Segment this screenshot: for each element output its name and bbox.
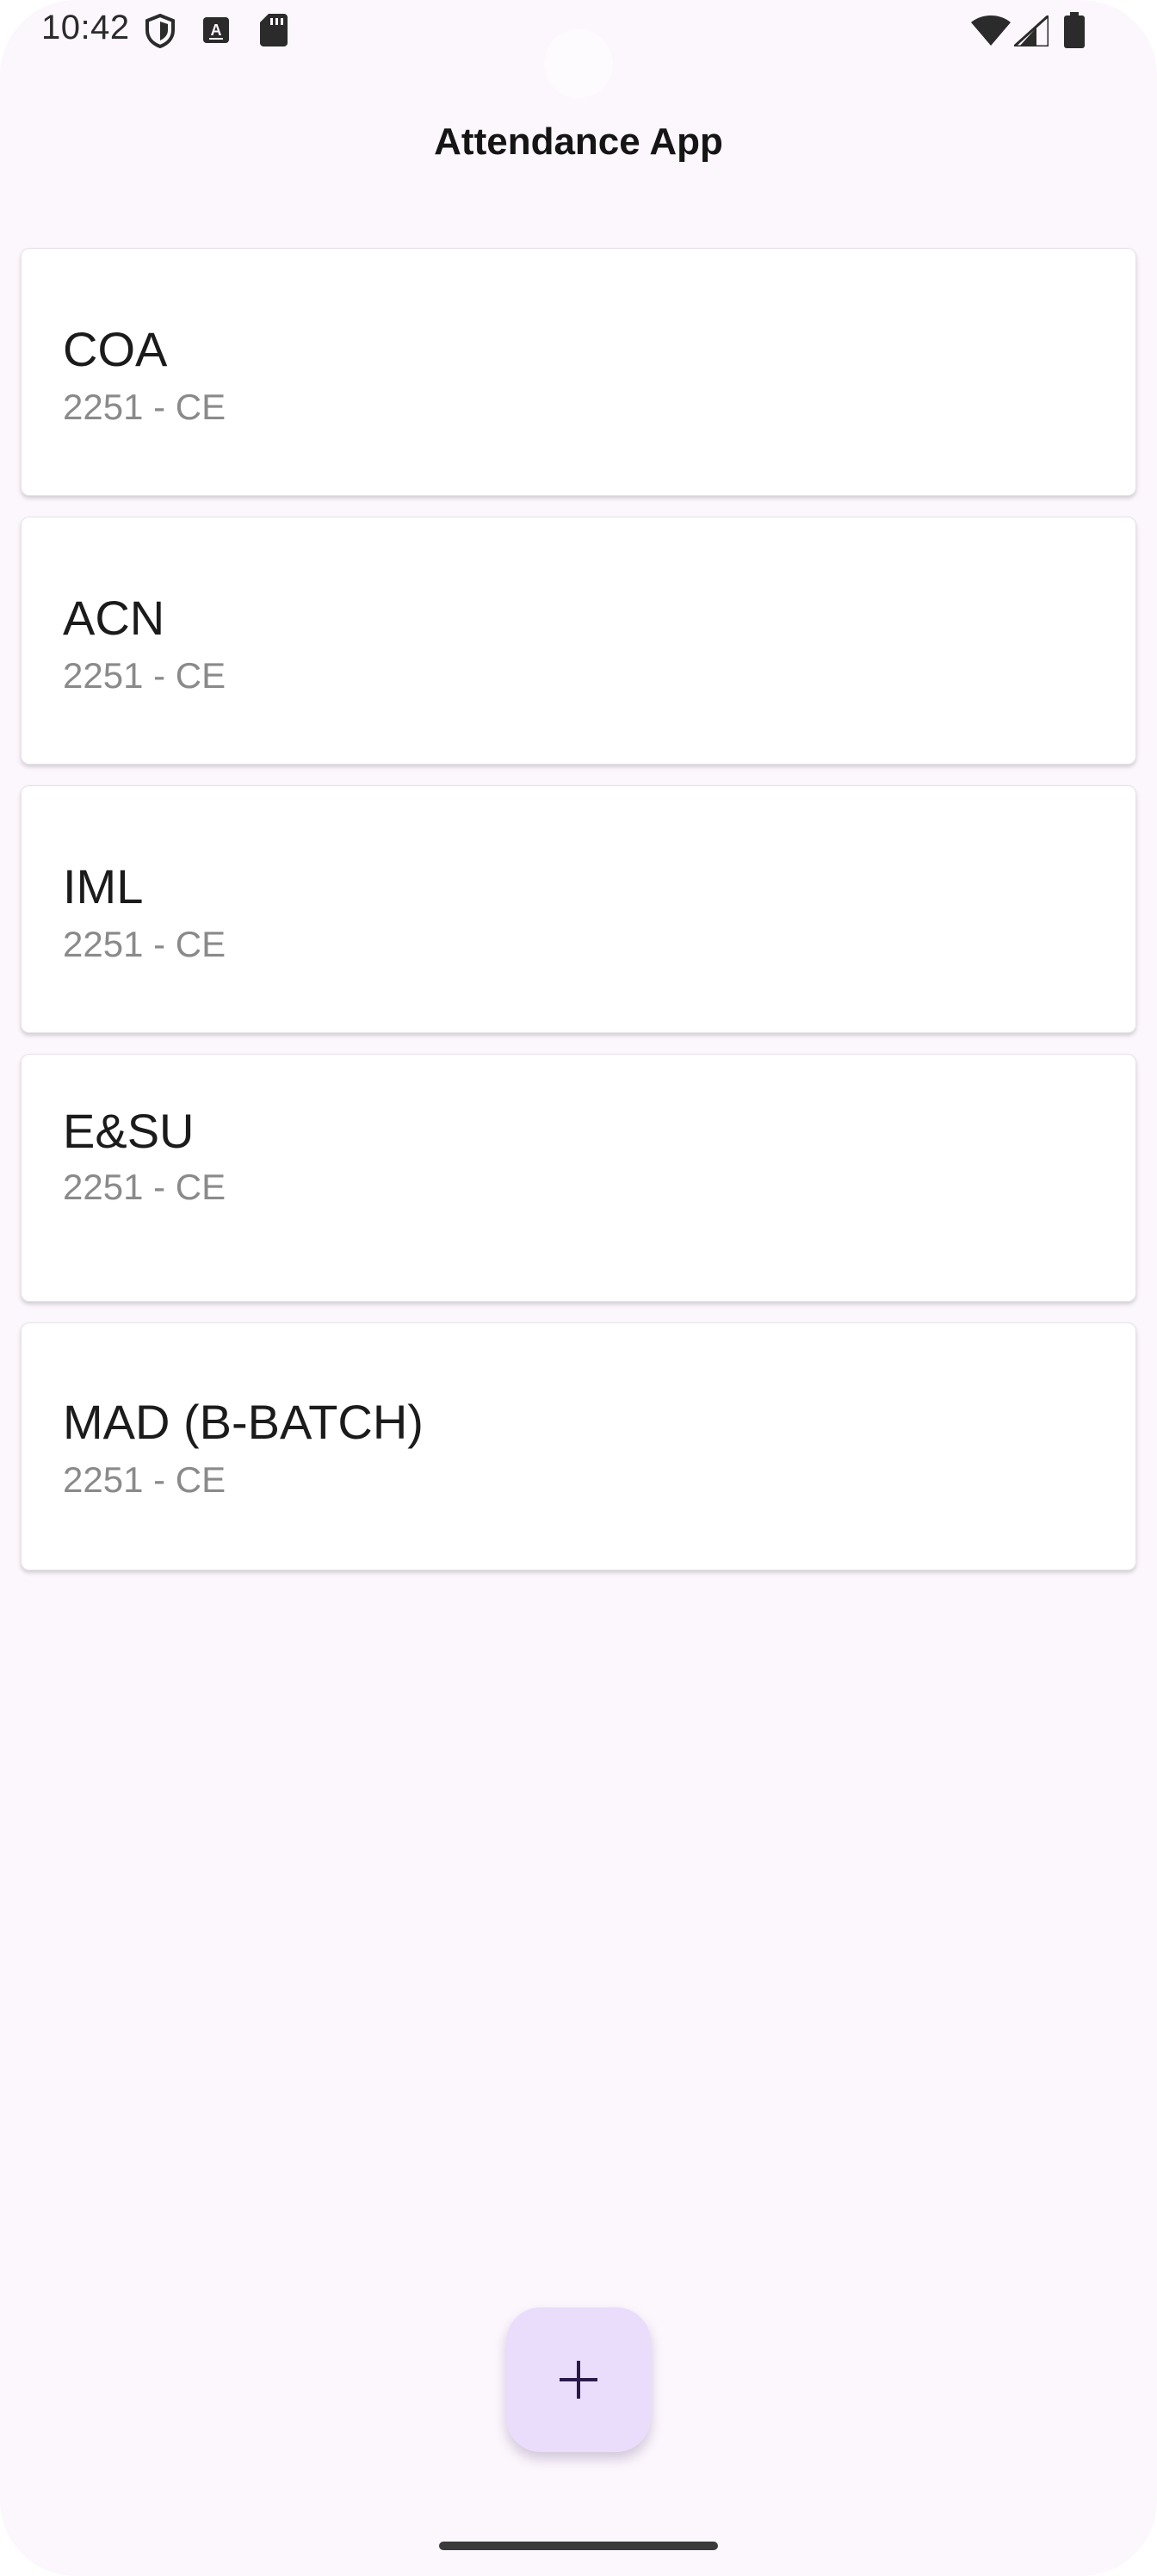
course-name: ACN [63,591,165,645]
shield-icon [145,13,176,53]
sd-card-icon [260,14,288,51]
course-name: E&SU [63,1104,195,1158]
course-code: 2251 - CE [63,387,226,427]
svg-text:A: A [211,22,222,39]
camera-cutout [544,29,613,98]
course-code: 2251 - CE [63,924,226,964]
status-time: 10:42 [41,9,130,46]
course-card[interactable]: E&SU 2251 - CE [21,1054,1136,1302]
page-title: Attendance App [434,121,723,163]
course-card[interactable]: ACN 2251 - CE [21,517,1136,765]
course-card[interactable]: MAD (B-BATCH) 2251 - CE [21,1322,1136,1570]
course-list: COA 2251 - CE ACN 2251 - CE IML 2251 - C… [21,248,1136,1591]
course-code: 2251 - CE [63,655,226,696]
course-card[interactable]: COA 2251 - CE [21,248,1136,496]
course-name: COA [63,322,168,376]
app-screen: 10:42 A Attendance App COA 2251 - CE ACN… [0,0,1157,2576]
wifi-icon [971,15,1011,51]
course-code: 2251 - CE [63,1459,226,1500]
course-name: IML [63,859,144,913]
gesture-navigation-bar[interactable] [439,2542,718,2550]
course-code: 2251 - CE [63,1167,226,1207]
plus-icon [560,2361,597,2399]
battery-icon [1064,12,1085,53]
course-name: MAD (B-BATCH) [63,1395,424,1449]
add-course-button[interactable] [506,2307,651,2452]
course-card[interactable]: IML 2251 - CE [21,785,1136,1033]
status-bar: 10:42 A [0,0,1157,98]
keyboard-a-icon: A [203,17,229,47]
signal-icon [1011,12,1050,51]
